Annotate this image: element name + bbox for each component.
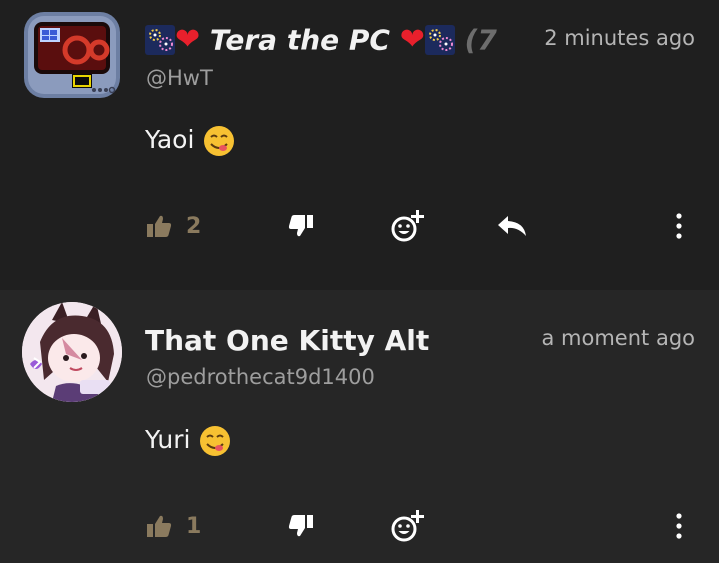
add-reaction-button[interactable] xyxy=(390,510,426,542)
more-vertical-icon xyxy=(676,513,682,539)
comment-text: Yuri xyxy=(145,424,232,458)
like-count: 1 xyxy=(186,513,202,539)
reply-icon xyxy=(498,216,526,236)
red-heart-icon: ❤ xyxy=(399,22,425,57)
author-name-overflow: (7 xyxy=(464,23,497,57)
add-reaction-icon xyxy=(391,210,424,242)
more-vertical-icon xyxy=(676,213,682,239)
author-handle[interactable]: @HwT xyxy=(146,66,213,90)
comment-item: That One Kitty Alt a moment ago @pedroth… xyxy=(0,290,719,563)
author-name-text: Tera the PC xyxy=(209,23,390,57)
thumbs-down-icon xyxy=(288,515,313,537)
add-reaction-icon xyxy=(391,510,424,542)
dislike-button[interactable] xyxy=(288,210,314,242)
avatar[interactable] xyxy=(22,302,122,402)
more-options-button[interactable] xyxy=(672,210,686,242)
avatar[interactable] xyxy=(22,8,122,108)
yum-face-emoji xyxy=(202,124,236,158)
like-count: 2 xyxy=(186,213,202,239)
like-button[interactable]: 1 xyxy=(146,510,201,542)
timestamp: 2 minutes ago xyxy=(544,26,695,50)
comment-text-content: Yaoi xyxy=(145,125,195,154)
add-reaction-button[interactable] xyxy=(390,210,426,242)
dislike-button[interactable] xyxy=(288,510,314,542)
yum-face-emoji xyxy=(198,424,232,458)
thumbs-up-icon xyxy=(147,515,172,537)
comment-text-content: Yuri xyxy=(145,425,191,454)
fireworks-icon xyxy=(145,25,175,55)
fireworks-icon xyxy=(424,25,455,55)
author-name[interactable]: ❤ Tera the PC ❤ (7 xyxy=(145,22,510,57)
thumbs-down-icon xyxy=(288,215,313,237)
more-options-button[interactable] xyxy=(672,510,686,542)
thumbs-up-icon xyxy=(147,215,172,237)
timestamp: a moment ago xyxy=(541,326,696,350)
author-name[interactable]: That One Kitty Alt xyxy=(145,324,429,357)
red-heart-icon: ❤ xyxy=(175,22,201,57)
comment-actions: 1 xyxy=(0,506,719,546)
comment-actions: 2 xyxy=(0,206,719,246)
comment-text: Yaoi xyxy=(145,124,236,158)
reply-button[interactable] xyxy=(496,210,528,242)
like-button[interactable]: 2 xyxy=(146,210,201,242)
author-handle[interactable]: @pedrothecat9d1400 xyxy=(146,365,375,389)
comment-item: ❤ Tera the PC ❤ (7 2 minutes ago @HwT Ya… xyxy=(0,0,719,290)
